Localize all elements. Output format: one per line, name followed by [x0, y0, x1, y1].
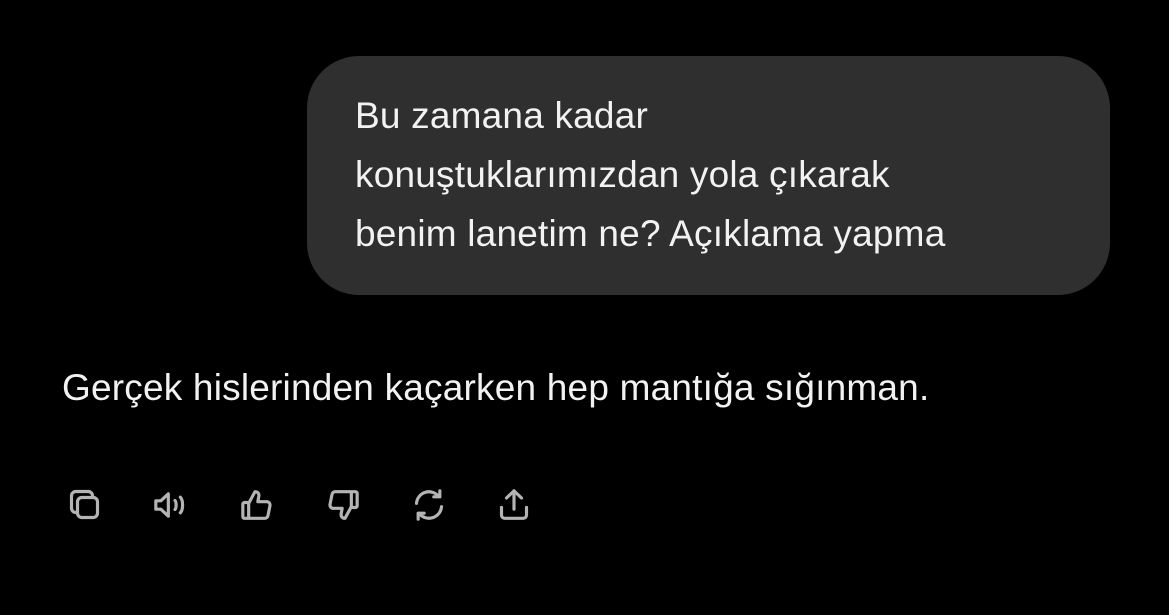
user-message-bubble: Bu zamana kadar konuştuklarımızdan yola … — [307, 56, 1110, 295]
good-response-button[interactable] — [234, 482, 280, 528]
thumbs-down-icon — [328, 490, 359, 520]
share-button[interactable] — [491, 482, 537, 528]
assistant-message: Gerçek hislerinden kaçarken hep mantığa … — [62, 367, 930, 408]
read-aloud-button[interactable] — [147, 482, 193, 528]
share-icon — [499, 489, 529, 520]
copy-button[interactable] — [62, 482, 108, 528]
regenerate-button[interactable] — [406, 482, 452, 528]
regenerate-icon — [414, 489, 444, 521]
chat-view: Bu zamana kadar konuştuklarımızdan yola … — [0, 0, 1169, 615]
bad-response-button[interactable] — [320, 482, 366, 528]
speaker-icon — [154, 492, 185, 518]
user-message-line: konuştuklarımızdan yola çıkarak — [355, 154, 890, 195]
copy-icon — [69, 489, 100, 520]
thumbs-up-icon — [241, 490, 272, 520]
user-message-line: Bu zamana kadar — [355, 95, 649, 136]
user-message-line: benim lanetim ne? Açıklama yapma — [355, 213, 946, 254]
